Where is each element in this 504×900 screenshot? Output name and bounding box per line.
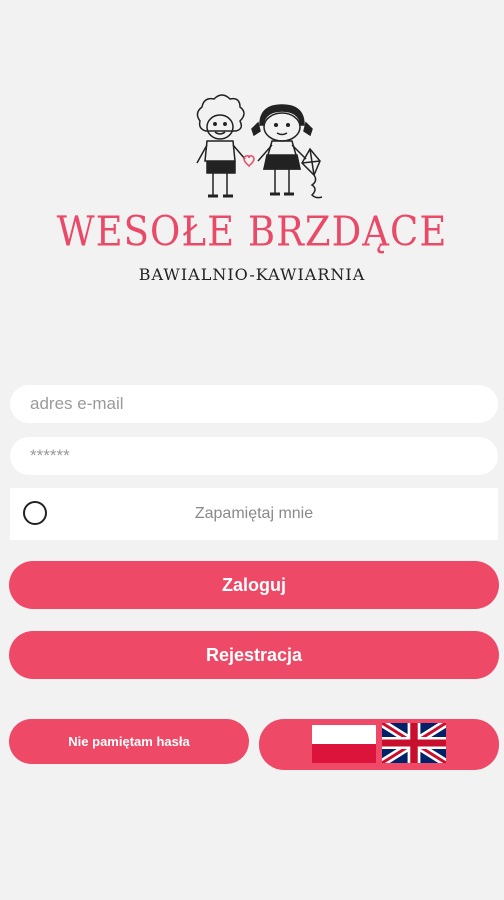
forgot-password-button[interactable]: Nie pamiętam hasła bbox=[9, 719, 249, 764]
brand-subtitle: BAWIALNIO-KAWIARNIA bbox=[138, 265, 366, 284]
register-button[interactable]: Rejestracja bbox=[9, 631, 499, 679]
polish-flag-icon[interactable] bbox=[312, 725, 376, 763]
password-field[interactable] bbox=[10, 437, 498, 475]
kids-illustration-icon bbox=[196, 94, 323, 199]
language-switcher bbox=[259, 719, 499, 770]
uk-flag-icon[interactable] bbox=[382, 723, 446, 763]
email-field[interactable] bbox=[10, 385, 498, 423]
logo: WESOŁE BRZDĄCE BAWIALNIO-KAWIARNIA bbox=[0, 85, 504, 300]
remember-me-row[interactable]: Zapamiętaj mnie bbox=[10, 488, 498, 540]
brand-title: WESOŁE BRZDĄCE bbox=[56, 207, 448, 256]
remember-me-label: Zapamiętaj mnie bbox=[194, 505, 314, 522]
login-button[interactable]: Zaloguj bbox=[9, 561, 499, 609]
